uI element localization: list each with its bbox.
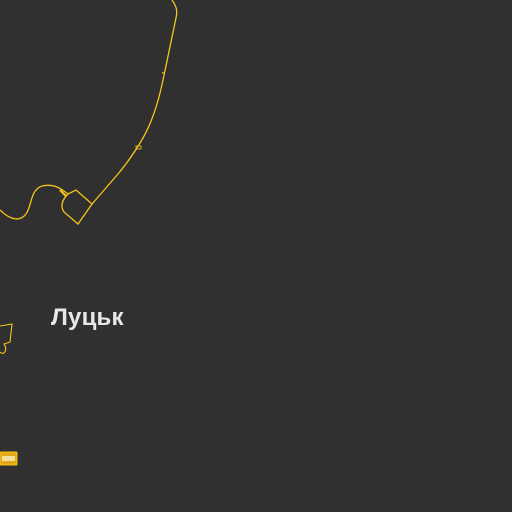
city-label[interactable]: Луцьк — [51, 304, 124, 332]
road-layer — [0, 0, 178, 466]
road-tick — [161, 71, 165, 75]
ring-road — [91, 0, 178, 205]
road-junction-west — [0, 184, 69, 220]
road-marker-southwest-inner — [2, 456, 15, 461]
road-segment-west — [0, 323, 13, 354]
map-canvas[interactable]: Луцьк — [0, 0, 512, 512]
